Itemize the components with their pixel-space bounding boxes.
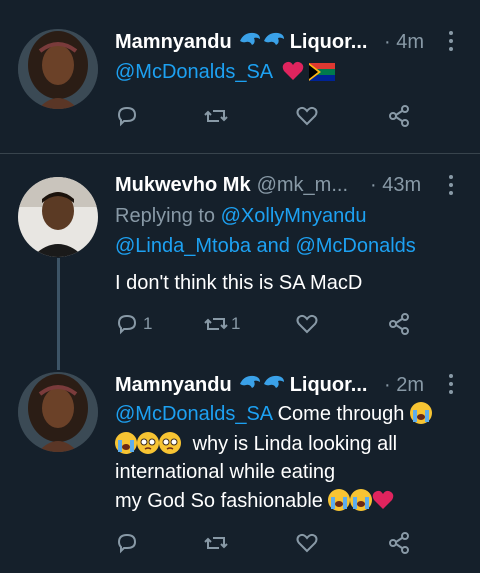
timestamp[interactable]: · 43m: [370, 171, 421, 199]
like-button[interactable]: [295, 309, 319, 339]
retweet-icon: [204, 110, 228, 122]
and-label: and: [256, 235, 290, 257]
south-africa-flag-icon: [309, 63, 336, 81]
avatar[interactable]: [18, 29, 98, 109]
heart-outline-icon: [296, 106, 318, 126]
replying-to-line-2: @Linda_Mtoba and @McDonalds: [115, 231, 416, 261]
tweet-text-line-4: my God So fashionable: [115, 486, 394, 516]
share-icon: [389, 105, 409, 127]
author-name[interactable]: Mukwevho Mk: [115, 174, 251, 197]
mention-link[interactable]: @XollyMnyandu: [221, 205, 367, 227]
mention-link[interactable]: @McDonalds_SA: [115, 403, 272, 425]
share-button[interactable]: [387, 101, 411, 131]
timestamp[interactable]: · 4m: [384, 28, 424, 56]
avatar[interactable]: [18, 177, 98, 257]
author-name[interactable]: Mamnyandu: [115, 374, 232, 397]
loudly-crying-face-icon: [115, 432, 137, 454]
more-options-icon[interactable]: [448, 31, 454, 51]
retweet-icon: [204, 318, 228, 330]
more-options-icon[interactable]: [448, 175, 454, 195]
tweet-actions: 1 1: [115, 309, 415, 339]
retweet-icon: [204, 537, 228, 549]
loudly-crying-face-icon: [350, 489, 373, 511]
tweet-header: Mamnyandu Liquor...: [115, 371, 367, 399]
heart-outline-icon: [296, 533, 318, 553]
tweet-actions: [115, 101, 415, 131]
reply-icon: [117, 106, 137, 127]
loudly-crying-face-icon: [328, 489, 351, 511]
tweet-header: Mamnyandu Liquor...: [115, 28, 367, 56]
pleading-face-icon: [159, 432, 181, 454]
tweet-text: my God So fashionable: [115, 490, 323, 512]
tweet-header: Mukwevho Mk @mk_m...: [115, 171, 348, 199]
dolphin-icon: [262, 372, 286, 398]
share-button[interactable]: [387, 309, 411, 339]
tweet-2[interactable]: Mukwevho Mk @mk_m... · 43m Replying to @…: [0, 154, 480, 359]
mention-link[interactable]: @McDonalds_SA: [115, 61, 272, 83]
pleading-face-icon: [137, 432, 159, 454]
mention-link[interactable]: @Linda_Mtoba: [115, 235, 251, 257]
reply-count: 1: [143, 314, 153, 333]
red-heart-icon: [282, 61, 303, 80]
tweet-text-line-2: why is Linda looking all: [115, 429, 397, 459]
like-button[interactable]: [295, 101, 319, 131]
reply-button[interactable]: 1: [115, 309, 152, 339]
timestamp[interactable]: · 2m: [384, 371, 424, 399]
loudly-crying-face-icon: [409, 402, 432, 424]
red-heart-icon: [373, 490, 394, 509]
replying-to-line: Replying to @XollyMnyandu: [115, 201, 367, 231]
replying-to-label: Replying to: [115, 205, 216, 227]
author-name-suffix[interactable]: Liquor...: [290, 374, 368, 397]
dolphin-icon: [238, 372, 262, 398]
tweet-text: I don't think this is SA MacD: [115, 272, 363, 294]
like-button[interactable]: [295, 528, 319, 558]
avatar[interactable]: [18, 372, 98, 452]
share-icon: [389, 532, 409, 554]
dolphin-icon: [238, 29, 262, 55]
share-icon: [389, 313, 409, 335]
author-name-suffix[interactable]: Liquor...: [290, 31, 368, 54]
dolphin-icon: [262, 29, 286, 55]
retweet-button[interactable]: [203, 101, 229, 131]
tweet-text: Come through: [277, 403, 405, 425]
reply-button[interactable]: [115, 101, 139, 131]
reply-icon: [117, 533, 137, 554]
tweet-text-line-1: @McDonalds_SA Come through: [115, 399, 432, 429]
retweet-button[interactable]: [203, 528, 229, 558]
retweet-button[interactable]: 1: [203, 309, 240, 339]
retweet-count: 1: [231, 314, 241, 333]
heart-outline-icon: [296, 314, 318, 334]
reply-icon: [117, 314, 137, 335]
tweet-text-line-3: international while eating: [115, 461, 336, 483]
more-options-icon[interactable]: [448, 374, 454, 394]
tweet-3[interactable]: Mamnyandu Liquor... · 2m @McDonalds_SA C…: [0, 359, 480, 573]
mention-link[interactable]: @McDonalds: [295, 235, 415, 257]
tweet-text: @McDonalds_SA: [115, 57, 336, 87]
share-button[interactable]: [387, 528, 411, 558]
author-handle[interactable]: @mk_m...: [257, 174, 348, 197]
author-name[interactable]: Mamnyandu: [115, 31, 232, 54]
tweet-actions: [115, 528, 415, 558]
tweet-text: why is Linda looking all: [192, 433, 398, 455]
tweet-1[interactable]: Mamnyandu Liquor... · 4m @McDonalds_SA: [0, 0, 480, 142]
reply-button[interactable]: [115, 528, 139, 558]
